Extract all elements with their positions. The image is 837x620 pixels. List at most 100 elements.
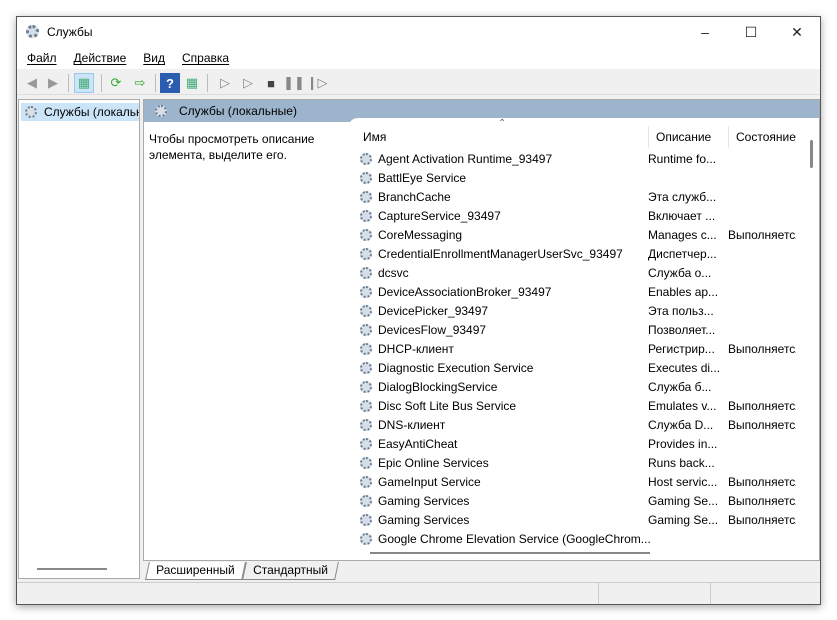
service-name: DialogBlockingService	[378, 380, 498, 394]
service-description: Emulates v...	[648, 399, 717, 413]
service-name: Gaming Services	[378, 513, 470, 527]
service-status: Выполняется	[728, 475, 796, 489]
tree-item-services-local[interactable]: Службы (локальные)	[21, 103, 139, 121]
forward-arrow-icon[interactable]: ▶	[43, 73, 63, 93]
service-name: CoreMessaging	[378, 228, 463, 242]
service-description: Enables ap...	[648, 285, 719, 299]
service-gear-icon	[360, 457, 372, 469]
view-tabs: Расширенный Стандартный	[145, 562, 339, 580]
service-gear-icon	[360, 324, 372, 336]
service-name: GameInput Service	[378, 475, 481, 489]
service-name: CredentialEnrollmentManagerUserSvc_93497	[378, 247, 623, 261]
menu-file[interactable]: Файл	[27, 51, 57, 65]
service-name: DNS-клиент	[378, 418, 446, 432]
services-gear-icon	[25, 106, 37, 118]
service-description: Host servic...	[648, 475, 718, 489]
service-gear-icon	[360, 210, 372, 222]
service-gear-icon	[360, 438, 372, 450]
export-list-icon[interactable]: ⇨	[130, 73, 150, 93]
vertical-scrollbar[interactable]	[804, 118, 819, 546]
console-tree: Службы (локальные)	[18, 99, 140, 579]
service-description: Эта польз...	[648, 304, 714, 318]
service-description: Служба D...	[648, 418, 714, 432]
start-service-alt-icon[interactable]: ▷	[238, 73, 258, 93]
service-gear-icon	[360, 248, 372, 260]
service-gear-icon	[360, 191, 372, 203]
show-hide-console-tree-icon[interactable]: ▦	[74, 73, 94, 93]
service-gear-icon	[360, 419, 372, 431]
service-name: DevicesFlow_93497	[378, 323, 487, 337]
resume-service-icon[interactable]: ❙▷	[307, 73, 328, 93]
service-name: Disc Soft Lite Bus Service	[378, 399, 517, 413]
service-gear-icon	[360, 305, 372, 317]
service-status: Выполняется	[728, 342, 796, 356]
start-service-icon[interactable]: ▷	[215, 73, 235, 93]
refresh-icon[interactable]: ⟳	[106, 73, 126, 93]
show-action-pane-icon[interactable]: ▦	[182, 73, 202, 93]
service-description: Executes di...	[648, 361, 720, 375]
service-description: Runs back...	[648, 456, 715, 470]
details-pane: Службы (локальные) Чтобы просмотреть опи…	[143, 99, 820, 561]
service-description: Runtime fo...	[648, 152, 717, 166]
service-description: Gaming Se...	[648, 494, 719, 508]
service-gear-icon	[360, 153, 372, 165]
service-name: DevicePicker_93497	[378, 304, 489, 318]
help-icon[interactable]: ?	[160, 73, 180, 93]
close-button[interactable]: ✕	[774, 17, 820, 47]
service-name: Agent Activation Runtime_93497	[378, 152, 553, 166]
service-description: Manages c...	[648, 228, 717, 242]
column-header-name[interactable]: Имя	[356, 126, 649, 148]
services-gear-icon	[155, 105, 167, 117]
menu-action[interactable]: Действие	[74, 51, 127, 65]
stop-service-icon[interactable]: ■	[261, 73, 281, 93]
minimize-button[interactable]: –	[682, 17, 728, 47]
service-gear-icon	[360, 267, 372, 279]
services-list: ⌃ Имя Описание Состояние Agent Activatio…	[348, 118, 819, 560]
pause-service-icon[interactable]: ❚❚	[283, 73, 305, 93]
service-status: Выполняется	[728, 494, 796, 508]
title-bar: Службы – ☐ ✕	[17, 17, 820, 47]
service-name: Diagnostic Execution Service	[378, 361, 534, 375]
service-name: CaptureService_93497	[378, 209, 501, 223]
tree-horizontal-scrollbar[interactable]	[37, 568, 107, 570]
service-name: EasyAntiCheat	[378, 437, 458, 451]
description-area: Чтобы просмотреть описание элемента, выд…	[144, 122, 346, 560]
service-description: Регистрир...	[648, 342, 715, 356]
service-status: Выполняется	[728, 513, 796, 527]
menu-view[interactable]: Вид	[143, 51, 165, 65]
back-arrow-icon[interactable]: ◀	[22, 73, 42, 93]
service-gear-icon	[360, 229, 372, 241]
service-gear-icon	[360, 172, 372, 184]
horizontal-scrollbar[interactable]	[348, 546, 804, 560]
window-title: Службы	[47, 25, 93, 39]
maximize-button[interactable]: ☐	[728, 17, 774, 47]
service-gear-icon	[360, 495, 372, 507]
horizontal-scroll-thumb[interactable]	[370, 552, 650, 554]
tab-extended[interactable]: Расширенный	[145, 562, 246, 580]
service-description: Служба б...	[648, 380, 712, 394]
tab-standard[interactable]: Стандартный	[241, 562, 339, 580]
menu-bar: Файл Действие Вид Справка	[17, 47, 820, 69]
service-name: DeviceAssociationBroker_93497	[378, 285, 552, 299]
status-bar	[17, 582, 820, 604]
service-description: Эта служб...	[648, 190, 717, 204]
service-description: Диспетчер...	[648, 247, 717, 261]
service-name: BattlEye Service	[378, 171, 467, 185]
toolbar: ◀ ▶ ▦ ⟳ ⇨ ? ▦ ▷ ▷ ■ ❚❚ ❙▷	[17, 70, 820, 95]
service-gear-icon	[360, 514, 372, 526]
service-gear-icon	[360, 286, 372, 298]
service-name: dcsvc	[378, 266, 409, 280]
service-description: Позволяет...	[648, 323, 716, 337]
service-gear-icon	[360, 381, 372, 393]
column-header-status[interactable]: Состояние	[729, 126, 804, 148]
services-window: Службы – ☐ ✕ Файл Действие Вид Справка ◀…	[16, 16, 821, 605]
service-gear-icon	[360, 476, 372, 488]
service-gear-icon	[360, 362, 372, 374]
service-description: Gaming Se...	[648, 513, 719, 527]
column-header-description[interactable]: Описание	[649, 126, 729, 148]
vertical-scroll-thumb[interactable]	[810, 140, 813, 168]
services-gear-icon	[26, 25, 39, 38]
service-gear-icon	[360, 343, 372, 355]
service-description: Provides in...	[648, 437, 718, 451]
menu-help[interactable]: Справка	[182, 51, 229, 65]
